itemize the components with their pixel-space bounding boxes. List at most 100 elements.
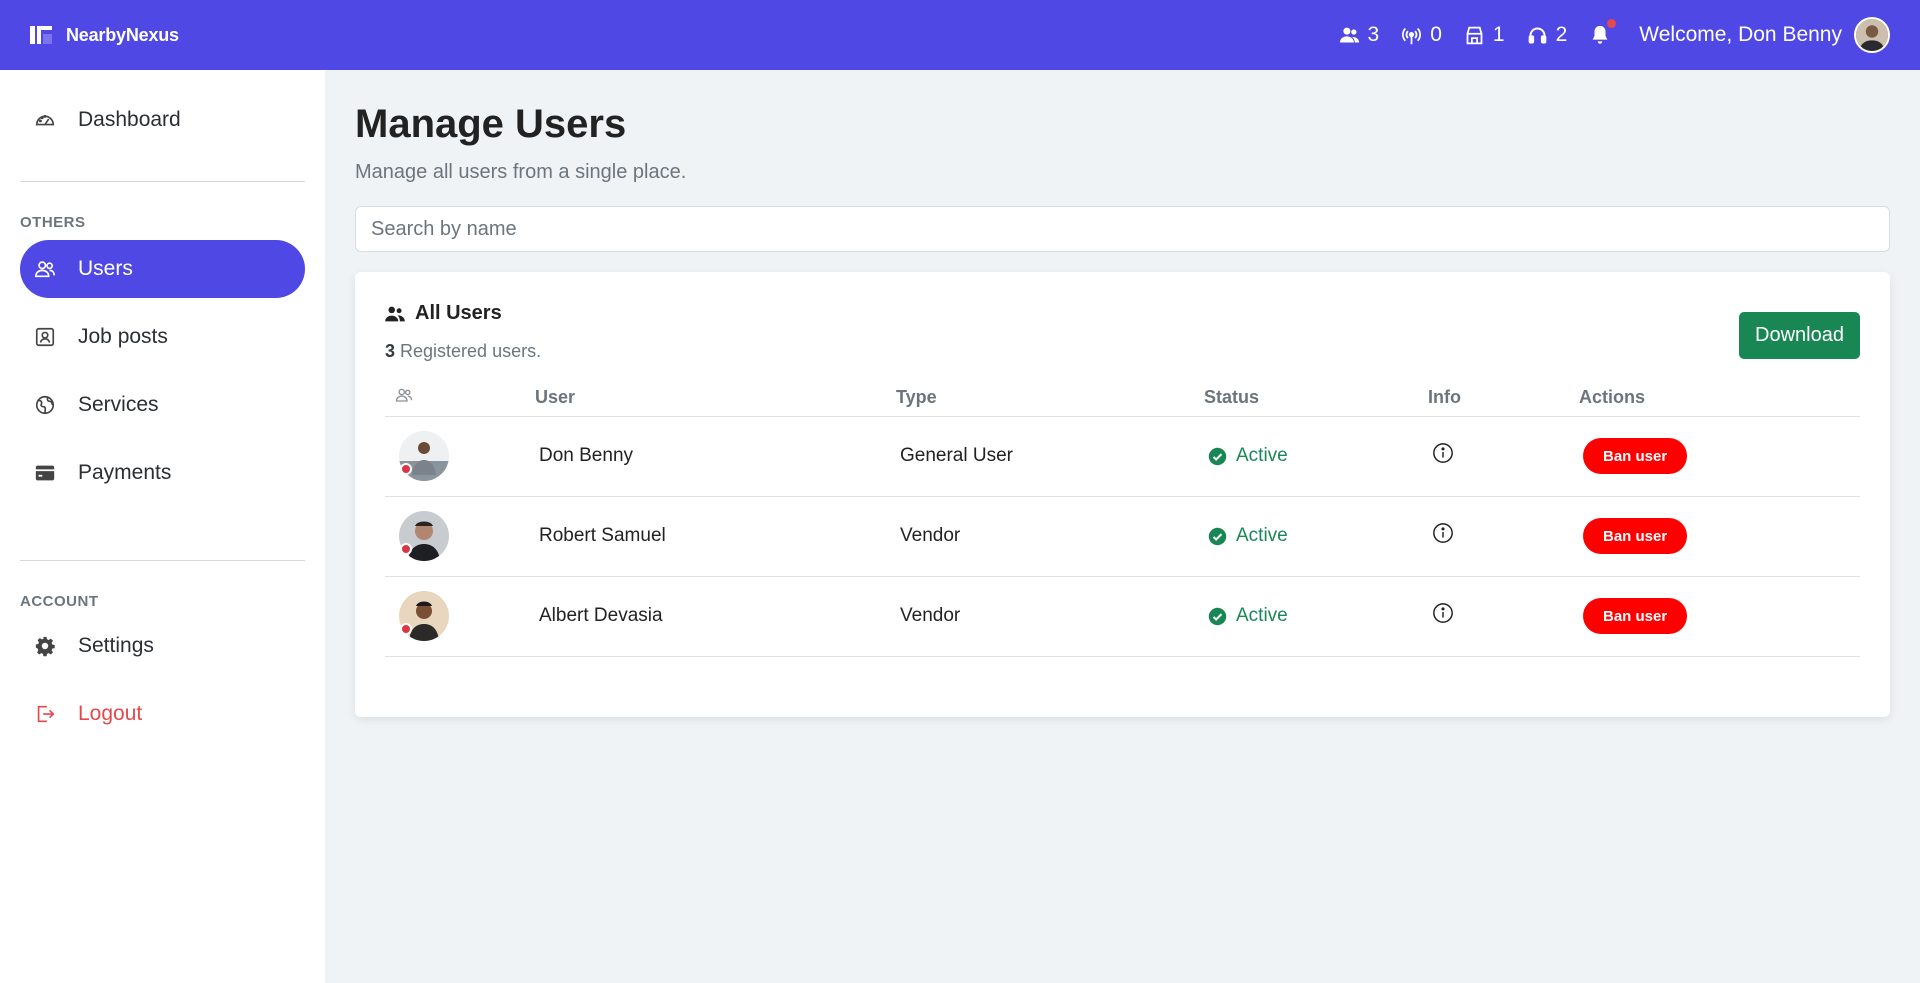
info-icon[interactable] [1432,602,1454,624]
user-type: Vendor [886,496,1194,577]
table-row: Albert Devasia Vendor Active Ban user [385,576,1860,657]
logout-icon [37,705,55,723]
sidebar: Dashboard OTHERS Users Job posts Service… [0,70,325,983]
status-cell: Active [1194,416,1418,497]
broadcast-stat[interactable]: 0 [1401,23,1442,47]
credit-card-icon [35,465,55,481]
globe-icon [35,395,55,415]
column-header-info[interactable]: Info [1418,380,1569,417]
users-icon [1339,27,1359,42]
user-avatar[interactable] [1854,17,1890,53]
gear-icon [35,636,55,657]
brand-name: NearbyNexus [66,24,179,45]
avatar-cell [385,576,525,657]
user-name: Don Benny [525,416,886,497]
gauge-icon [35,114,55,126]
avatar-cell [385,416,525,497]
shop-icon [1466,26,1483,44]
avatar-column-header [385,380,525,417]
status-badge: Active [1208,445,1404,467]
info-cell [1418,576,1569,657]
search-input[interactable] [355,206,1890,252]
page-subtitle: Manage all users from a single place. [355,161,687,183]
table-row: Robert Samuel Vendor Active Ban user [385,496,1860,577]
user-avatar[interactable] [399,431,449,481]
vendors-count: 1 [1492,23,1505,46]
check-circle-icon [1208,447,1227,465]
main-content: Manage Users Manage all users from a sin… [355,70,1890,717]
column-header-status[interactable]: Status [1194,380,1418,417]
notifications-button[interactable] [1589,19,1617,47]
status-badge: Active [1208,605,1404,627]
user-avatar[interactable] [399,511,449,561]
user-name: Albert Devasia [525,576,886,657]
status-dot [400,623,412,635]
broadcast-icon [1402,27,1422,44]
users-stat[interactable]: 3 [1339,23,1380,47]
sidebar-item-label: Logout [78,702,143,725]
page-title: Manage Users [355,102,627,146]
actions-cell: Ban user [1569,576,1860,657]
sidebar-item-logout[interactable]: Logout [20,685,305,743]
status-badge: Active [1208,525,1404,547]
top-navbar: NearbyNexus 3 0 1 2 Welcome, Don Benny [0,0,1920,70]
user-name: Robert Samuel [525,496,886,577]
brand-logo-icon [30,26,52,44]
check-circle-icon [1208,607,1227,625]
user-type: Vendor [886,576,1194,657]
section-label-others: OTHERS [20,214,86,231]
user-avatar[interactable] [399,591,449,641]
column-header-user[interactable]: User [525,380,886,417]
column-header-actions[interactable]: Actions [1569,380,1860,417]
section-label-account: ACCOUNT [20,593,99,610]
users-count: 3 [1367,23,1380,46]
count-number: 3 [385,341,396,361]
info-icon[interactable] [1432,522,1454,544]
users-outline-icon [35,261,55,278]
users-card: All Users 3 Registered users. Download U… [355,272,1890,717]
sidebar-item-label: Job posts [78,325,168,348]
status-text: Active [1236,605,1288,626]
actions-cell: Ban user [1569,496,1860,577]
sidebar-item-label: Payments [78,461,172,484]
sidebar-item-label: Dashboard [78,108,181,131]
support-stat[interactable]: 2 [1527,23,1567,47]
sidebar-item-services[interactable]: Services [20,376,305,434]
status-dot [400,543,412,555]
info-icon[interactable] [1432,442,1454,464]
vendors-stat[interactable]: 1 [1464,23,1505,47]
ban-user-button[interactable]: Ban user [1583,438,1688,474]
column-header-type[interactable]: Type [886,380,1194,417]
table-row: Don Benny General User Active Ban user [385,416,1860,497]
user-type: General User [886,416,1194,497]
ban-user-button[interactable]: Ban user [1583,518,1688,554]
download-button[interactable]: Download [1739,312,1860,359]
avatar-portrait-icon [1856,19,1888,51]
status-text: Active [1236,445,1288,466]
ban-user-button[interactable]: Ban user [1583,598,1688,634]
actions-cell: Ban user [1569,416,1860,497]
sidebar-item-label: Services [78,393,159,416]
users-outline-icon [395,388,413,402]
headset-icon [1528,27,1546,43]
sidebar-item-label: Settings [78,634,154,657]
table-header-row: User Type Status Info Actions [385,380,1860,417]
status-dot [400,463,412,475]
sidebar-item-job-posts[interactable]: Job posts [20,308,305,366]
sidebar-item-settings[interactable]: Settings [20,617,305,675]
card-title: All Users [385,302,1860,325]
status-cell: Active [1194,496,1418,577]
brand[interactable]: NearbyNexus [30,25,179,46]
sidebar-item-users[interactable]: Users [20,240,305,298]
check-circle-icon [1208,527,1227,545]
broadcast-count: 0 [1430,23,1442,46]
info-cell [1418,496,1569,577]
avatar-cell [385,496,525,577]
welcome-text: Welcome, Don Benny [1639,23,1842,46]
users-icon [385,306,405,321]
users-table: User Type Status Info Actions Don Benny [385,380,1860,657]
sidebar-item-payments[interactable]: Payments [20,444,305,502]
status-cell: Active [1194,576,1418,657]
status-text: Active [1236,525,1288,546]
sidebar-item-dashboard[interactable]: Dashboard [20,91,305,149]
